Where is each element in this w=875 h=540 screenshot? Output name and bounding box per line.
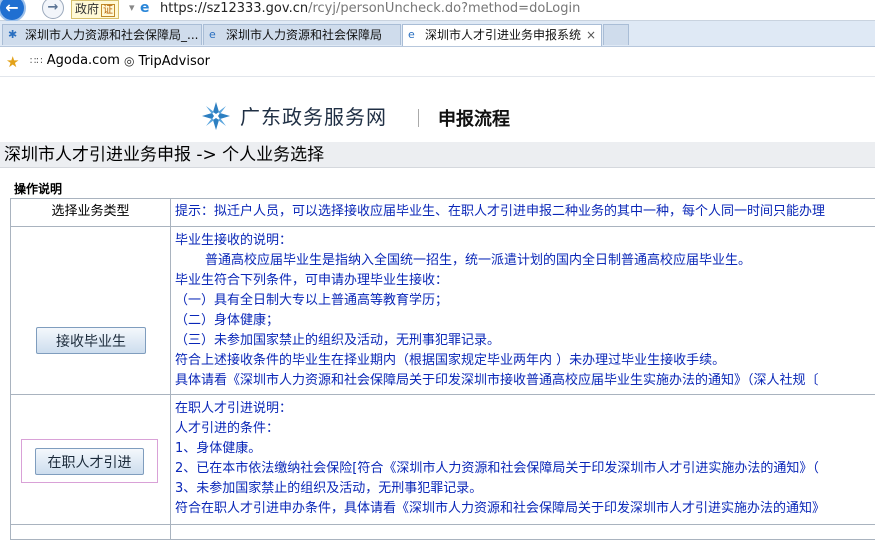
flow-title: 申报流程 (438, 108, 510, 132)
desc-line: 1、身体健康。 (175, 439, 875, 459)
tab-bar: ✱ 深圳市人力资源和社会保障局_... e 深圳市人力资源和社会保障局 e 深圳市人才… (0, 21, 875, 47)
graduate-desc: 毕业生接收的说明： 普通高校应届毕业生是指纳入全国统一招生，统一派遣计划的国内全… (171, 227, 875, 395)
table-row: 选择业务类型 提示：拟迁户人员，可以选择接收应届毕业生、在职人才引进申报二种业务… (11, 199, 875, 227)
desc-link[interactable]: 符合在职人才引进申办条件，具体请看《深圳市人力资源和社会保障局关于印发深圳市人才… (175, 499, 875, 519)
graduate-button[interactable]: 接收毕业生 (36, 327, 146, 354)
tab-label: 深圳市人才引进业务申报系统 (425, 28, 581, 42)
favorites-bar: ★ ∷∷ Agoda.com ◎ TripAdvisor (0, 47, 875, 77)
tab-label: 深圳市人力资源和社会保障局 (226, 28, 382, 42)
section-label: 操作说明 (14, 180, 62, 197)
desc-line: 普通高校应届毕业生是指纳入全国统一招生，统一派遣计划的国内全日制普通高校应届毕业… (175, 251, 875, 271)
dropdown-caret-icon[interactable]: ▾ (129, 1, 135, 14)
fav-label: TripAdvisor (138, 54, 210, 69)
tab-hrss-2[interactable]: e 深圳市人力资源和社会保障局 (203, 24, 401, 45)
desc-line: 3、未参加国家禁止的组织及活动，无刑事犯罪记录。 (175, 479, 875, 499)
table-row: 接收毕业生 毕业生接收的说明： 普通高校应届毕业生是指纳入全国统一招生，统一派遣… (11, 227, 875, 395)
seal-icon: 证 (101, 4, 115, 17)
desc-line: 毕业生符合下列条件，可申请办理毕业生接收： (175, 271, 875, 291)
desc-line: （二）身体健康； (175, 311, 875, 331)
fav-label: Agoda.com (47, 53, 120, 68)
ie-icon: e (408, 29, 420, 41)
talent-cell: 在职人才引进 (11, 395, 171, 525)
gov-badge-label: 政府 (75, 2, 99, 16)
graduate-cell: 接收毕业生 (11, 227, 171, 395)
desc-line: 在职人才引进说明： (175, 399, 875, 419)
new-tab-button[interactable] (603, 24, 629, 45)
back-button[interactable]: ← (0, 0, 26, 22)
tab-hrss-1[interactable]: ✱ 深圳市人力资源和社会保障局_... (2, 24, 202, 45)
empty-cell (11, 525, 171, 540)
tab-talent-system[interactable]: e 深圳市人才引进业务申报系统 × (402, 24, 602, 46)
url-host: https://sz12333.gov.cn (160, 1, 308, 16)
ie-icon: e (140, 1, 154, 15)
arrow-left-icon: ← (0, 0, 24, 20)
business-table: 选择业务类型 提示：拟迁户人员，可以选择接收应届毕业生、在职人才引进申报二种业务… (10, 198, 875, 540)
close-icon[interactable]: × (586, 25, 596, 46)
page-title: 深圳市人才引进业务申报 -> 个人业务选择 (0, 142, 875, 168)
favorites-star-icon[interactable]: ★ (6, 53, 19, 71)
desc-line: （三）未参加国家禁止的组织及活动，无刑事犯罪记录。 (175, 331, 875, 351)
table-row (11, 525, 875, 540)
table-row: 在职人才引进 在职人才引进说明： 人才引进的条件： 1、身体健康。 2、已在本市… (11, 395, 875, 525)
tripadvisor-icon: ◎ (124, 54, 134, 68)
site-name: 广东政务服务网 (240, 104, 387, 130)
talent-button[interactable]: 在职人才引进 (35, 448, 144, 475)
ie-icon: e (209, 29, 221, 41)
hint-text: 提示：拟迁户人员，可以选择接收应届毕业生、在职人才引进申报二种业务的其中一种，每… (171, 199, 875, 227)
tab-label: 深圳市人力资源和社会保障局_... (25, 28, 198, 42)
desc-line: 毕业生接收的说明： (175, 231, 875, 251)
paw-icon: ✱ (8, 29, 20, 41)
url-path: /rcyj/personUncheck.do?method=doLogin (308, 1, 580, 16)
focus-outline: 在职人才引进 (21, 439, 158, 483)
type-header: 选择业务类型 (11, 199, 171, 227)
desc-line: 人才引进的条件： (175, 419, 875, 439)
empty-cell (171, 525, 875, 540)
forward-button[interactable]: → (42, 0, 64, 19)
url-field[interactable]: https://sz12333.gov.cn/rcyj/personUnchec… (160, 0, 580, 17)
desc-line: 符合上述接收条件的毕业生在择业期内（根据国家规定毕业两年内 ）未办理过毕业生接收… (175, 351, 875, 371)
arrow-right-icon: → (43, 0, 63, 17)
gov-site-badge[interactable]: 政府证 (71, 0, 119, 19)
desc-link[interactable]: 具体请看《深圳市人力资源和社会保障局关于印发深圳市接收普通高校应届毕业生实施办法… (175, 371, 875, 391)
talent-desc: 在职人才引进说明： 人才引进的条件： 1、身体健康。 2、已在本市依法缴纳社会保… (171, 395, 875, 525)
fav-tripadvisor[interactable]: ◎ TripAdvisor (124, 53, 210, 70)
desc-line: （一）具有全日制大专以上普通高等教育学历； (175, 291, 875, 311)
agoda-icon: ∷∷ (30, 56, 43, 67)
desc-line: 2、已在本市依法缴纳社会保险[符合《深圳市人力资源和社会保障局关于印发深圳市人才… (175, 459, 875, 479)
header-divider (418, 109, 419, 127)
gd-logo-icon (200, 100, 232, 132)
fav-agoda[interactable]: ∷∷ Agoda.com (30, 53, 120, 70)
address-bar: ← → 政府证 ▾ e https://sz12333.gov.cn/rcyj/… (0, 0, 875, 21)
